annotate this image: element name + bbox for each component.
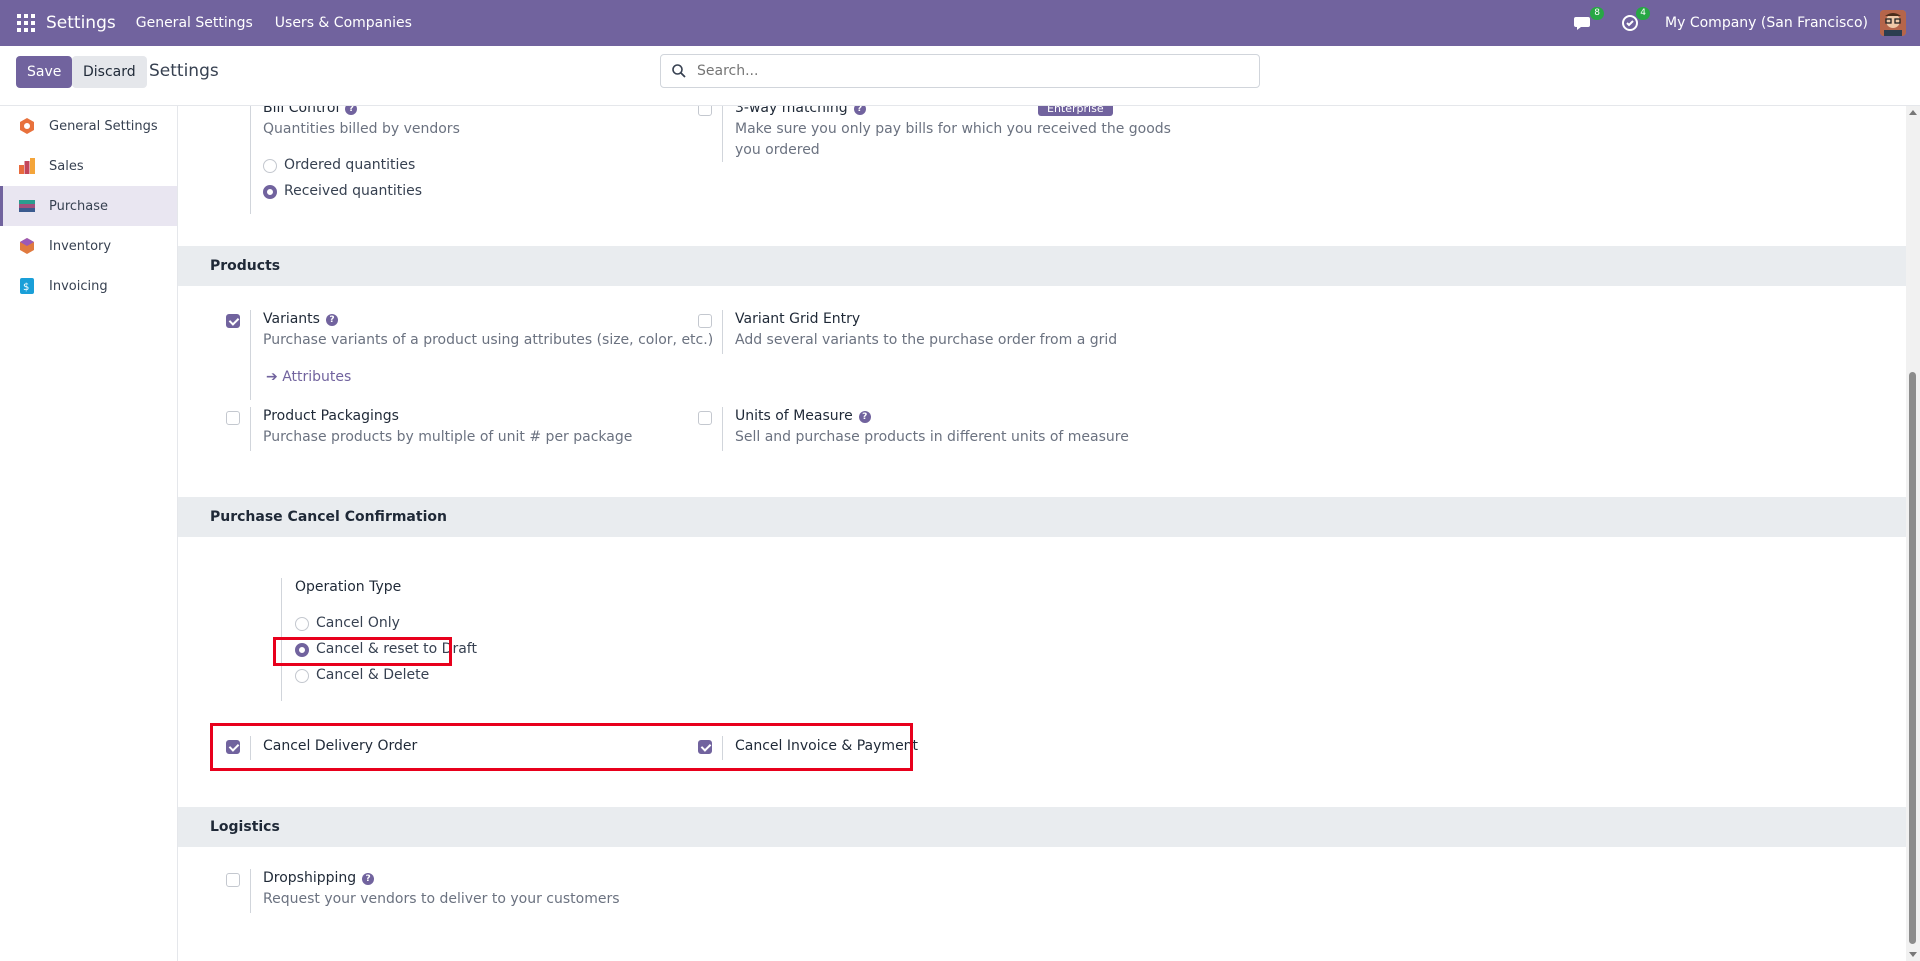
highlight-box-reset-draft <box>273 637 452 666</box>
scroll-thumb[interactable] <box>1909 372 1916 944</box>
variant-grid-desc: Add several variants to the purchase ord… <box>735 332 1118 348</box>
setting-divider <box>250 407 251 451</box>
radio-received-quantities[interactable] <box>263 185 277 199</box>
sidebar-item-label: Invoicing <box>49 278 108 294</box>
sidebar-item-sales[interactable]: Sales <box>0 146 177 186</box>
sidebar-item-purchase[interactable]: Purchase <box>0 186 177 226</box>
dropshipping-title: Dropshipping? <box>263 870 375 886</box>
packagings-checkbox[interactable] <box>226 411 240 425</box>
variants-checkbox[interactable] <box>226 314 240 328</box>
sidebar-item-label: General Settings <box>49 118 158 134</box>
radio-received-quantities-label[interactable]: Received quantities <box>284 183 422 199</box>
variants-desc: Purchase variants of a product using att… <box>263 332 714 348</box>
discard-button[interactable]: Discard <box>72 56 147 88</box>
bill-control-desc: Quantities billed by vendors <box>263 121 460 137</box>
settings-app-icon <box>20 118 34 134</box>
variants-title: Variants? <box>263 311 338 327</box>
help-icon[interactable]: ? <box>325 314 338 326</box>
scroll-up-arrow-icon[interactable] <box>1909 110 1917 115</box>
dropshipping-desc: Request your vendors to deliver to your … <box>263 891 620 907</box>
help-icon[interactable]: ? <box>362 873 375 885</box>
apps-menu-icon[interactable] <box>17 14 35 32</box>
save-button[interactable]: Save <box>16 56 73 88</box>
sidebar-item-label: Inventory <box>49 238 112 254</box>
setting-divider <box>250 310 251 400</box>
section-header-logistics: Logistics <box>178 807 1906 847</box>
setting-divider <box>722 310 723 354</box>
scroll-down-arrow-icon[interactable] <box>1909 952 1917 957</box>
user-avatar[interactable] <box>1880 10 1906 36</box>
content-scrollbar[interactable] <box>1906 106 1920 961</box>
setting-divider <box>722 407 723 451</box>
messages-icon[interactable]: 8 <box>1573 7 1605 34</box>
radio-ordered-quantities[interactable] <box>263 159 277 173</box>
three-way-matching-title: 3-way matching? <box>735 106 866 116</box>
setting-divider <box>250 106 251 214</box>
search-icon <box>672 64 686 78</box>
highlight-box-cancel-options <box>210 723 913 771</box>
inventory-app-icon <box>20 238 34 254</box>
messages-count-badge: 8 <box>1590 7 1605 20</box>
radio-cancel-delete-label[interactable]: Cancel & Delete <box>316 667 429 683</box>
help-icon[interactable]: ? <box>858 411 871 423</box>
three-way-matching-checkbox[interactable] <box>698 106 712 116</box>
section-header-cancel-confirmation: Purchase Cancel Confirmation <box>178 497 1906 537</box>
variant-grid-title: Variant Grid Entry <box>735 311 861 327</box>
menu-users-companies[interactable]: Users & Companies <box>275 15 412 31</box>
activities-count-badge: 4 <box>1636 7 1651 20</box>
search-input[interactable] <box>697 63 1237 79</box>
sidebar-item-general-settings[interactable]: General Settings <box>0 106 177 146</box>
activities-icon[interactable]: 4 <box>1619 7 1651 34</box>
bill-control-title: Bill Control? <box>263 106 358 116</box>
svg-text:$: $ <box>23 282 29 293</box>
packagings-title: Product Packagings <box>263 408 399 424</box>
control-panel: Save Discard Settings <box>0 46 1920 106</box>
purchase-app-icon <box>19 200 35 212</box>
help-icon[interactable]: ? <box>345 106 358 115</box>
arrow-right-icon: ➔ <box>266 369 283 385</box>
radio-cancel-delete[interactable] <box>295 669 309 683</box>
variant-grid-checkbox[interactable] <box>698 314 712 328</box>
company-switcher[interactable]: My Company (San Francisco) <box>1665 15 1868 31</box>
menu-general-settings[interactable]: General Settings <box>136 15 253 31</box>
sidebar-item-inventory[interactable]: Inventory <box>0 226 177 266</box>
three-way-matching-desc-2: you ordered <box>735 142 820 158</box>
sidebar-item-label: Sales <box>49 158 84 174</box>
enterprise-badge: Enterprise <box>1038 106 1113 116</box>
uom-desc: Sell and purchase products in different … <box>735 429 1129 445</box>
uom-title: Units of Measure? <box>735 408 871 424</box>
radio-cancel-only-label[interactable]: Cancel Only <box>316 615 400 631</box>
search-bar[interactable] <box>660 54 1260 88</box>
settings-content: Bill Control? Quantities billed by vendo… <box>178 106 1906 961</box>
app-title[interactable]: Settings <box>46 13 116 33</box>
help-icon[interactable]: ? <box>853 106 866 115</box>
three-way-matching-desc-1: Make sure you only pay bills for which y… <box>735 121 1171 137</box>
setting-divider <box>250 869 251 913</box>
settings-sidebar: General Settings Sales Purchase Inventor… <box>0 106 178 961</box>
operation-type-label: Operation Type <box>295 579 402 595</box>
sidebar-item-label: Purchase <box>49 198 109 214</box>
top-navbar: Settings General Settings Users & Compan… <box>0 0 1920 46</box>
radio-cancel-only[interactable] <box>295 617 309 631</box>
invoicing-app-icon: $ <box>20 278 34 294</box>
radio-ordered-quantities-label[interactable]: Ordered quantities <box>284 157 415 173</box>
breadcrumb: Settings <box>149 61 219 81</box>
sales-app-icon <box>19 158 35 174</box>
section-header-products: Products <box>178 246 1906 286</box>
uom-checkbox[interactable] <box>698 411 712 425</box>
packagings-desc: Purchase products by multiple of unit # … <box>263 429 633 445</box>
sidebar-item-invoicing[interactable]: $ Invoicing <box>0 266 177 306</box>
setting-divider <box>722 106 723 162</box>
dropshipping-checkbox[interactable] <box>226 873 240 887</box>
attributes-link[interactable]: ➔ Attributes <box>266 369 351 385</box>
